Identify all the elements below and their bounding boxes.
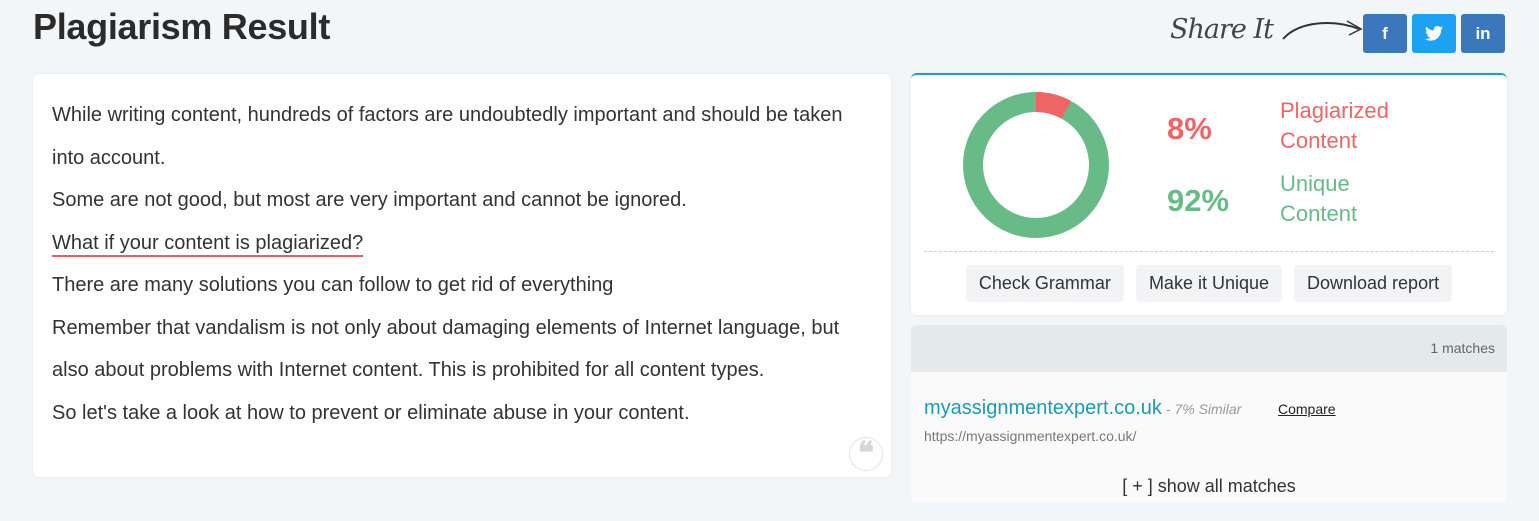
match-similarity: - 7% Similar [1165, 401, 1242, 417]
share-linkedin-button[interactable]: in [1461, 14, 1505, 53]
content-paragraph: There are many solutions you can follow … [52, 274, 614, 296]
page-title: Plagiarism Result [33, 6, 331, 47]
linkedin-icon: in [1475, 23, 1491, 43]
match-url: https://myassignmentexpert.co.uk/ [924, 428, 1137, 444]
share-twitter-button[interactable] [1412, 14, 1456, 53]
result-summary-panel: 8% Plagiarized Content 92% Unique Conten… [911, 73, 1507, 315]
action-buttons: Check Grammar Make it Unique Download re… [911, 265, 1507, 302]
matches-panel: 1 matches myassignmentexpert.co.uk - 7% S… [911, 325, 1507, 503]
plagiarized-sentence[interactable]: What if your content is plagiarized? [52, 231, 364, 257]
compare-link[interactable]: Compare [1278, 401, 1336, 417]
content-paragraph: While writing content, hundreds of facto… [52, 104, 843, 169]
donut-unique-segment [963, 92, 1109, 238]
divider [924, 251, 1494, 252]
make-it-unique-button[interactable]: Make it Unique [1135, 265, 1282, 302]
unique-percent: 92% [1167, 183, 1230, 218]
match-domain-link[interactable]: myassignmentexpert.co.uk [924, 397, 1162, 419]
matches-count: 1 matches [1430, 340, 1495, 356]
plagiarized-percent: 8% [1167, 111, 1212, 146]
arrow-icon [1282, 19, 1363, 40]
result-donut-chart [963, 92, 1109, 238]
quote-icon[interactable]: ❝ [849, 437, 883, 471]
twitter-icon [1425, 26, 1443, 41]
share-it-label: Share It [1170, 14, 1367, 45]
unique-label: Unique Content [1280, 171, 1358, 226]
content-text: While writing content, hundreds of facto… [52, 94, 872, 434]
match-item: myassignmentexpert.co.uk - 7% Similar Com… [924, 397, 1336, 420]
matches-header: 1 matches [911, 325, 1507, 372]
share-it-text: Share It [1170, 14, 1274, 45]
content-paragraph: So let's take a look at how to prevent o… [52, 401, 690, 424]
content-panel: While writing content, hundreds of facto… [33, 74, 891, 477]
content-paragraph: Some are not good, but most are very imp… [52, 189, 687, 211]
plagiarized-label: Plagiarized Content [1280, 98, 1389, 153]
download-report-button[interactable]: Download report [1294, 265, 1453, 302]
check-grammar-button[interactable]: Check Grammar [965, 265, 1124, 302]
content-paragraph-highlighted[interactable]: What if your content is plagiarized? [52, 222, 872, 265]
content-paragraph: Remember that vandalism is not only abou… [52, 316, 840, 382]
facebook-icon: f [1382, 23, 1388, 43]
share-facebook-button[interactable]: f [1363, 14, 1407, 53]
show-all-matches-button[interactable]: [ + ] show all matches [911, 476, 1507, 497]
